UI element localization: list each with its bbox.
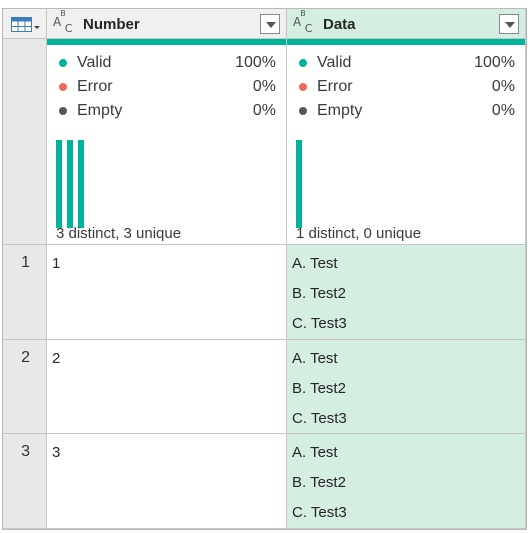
list-item: B. Test2 (292, 285, 346, 302)
empty-stat: Empty 0% (55, 101, 276, 121)
error-dot-icon (299, 83, 307, 91)
row-header[interactable]: 3 (3, 434, 47, 529)
valid-label: Valid (77, 54, 112, 71)
table-cell-data[interactable]: A. Test B. Test2 C. Test3 (287, 340, 526, 434)
error-label: Error (77, 78, 113, 95)
empty-dot-icon (59, 107, 67, 115)
column-profile-number: Valid 100% Error 0% Empty 0% 3 distinct,… (47, 39, 287, 245)
column-title: Data (323, 16, 356, 33)
column-header-data[interactable]: ABC Data (287, 9, 526, 39)
error-stat: Error 0% (295, 77, 515, 97)
valid-stat: Valid 100% (55, 53, 276, 73)
valid-stat: Valid 100% (295, 53, 515, 73)
row-header[interactable]: 1 (3, 245, 47, 340)
query-grid: ABC Number ABC Data Valid 100% Error 0% … (2, 8, 527, 530)
cell-value: 3 (52, 444, 61, 461)
table-cell-number[interactable]: 2 (47, 340, 287, 434)
table-cell-data[interactable]: A. Test B. Test2 C. Test3 (287, 245, 526, 340)
text-type-icon[interactable]: ABC (53, 9, 72, 35)
column-filter-button[interactable] (499, 14, 519, 34)
column-title: Number (83, 16, 140, 33)
valid-percent: 100% (474, 54, 515, 71)
empty-percent: 0% (252, 102, 276, 119)
error-dot-icon (59, 83, 67, 91)
error-stat: Error 0% (55, 77, 276, 97)
quality-bar[interactable] (287, 39, 525, 45)
empty-percent: 0% (491, 102, 515, 119)
list-item: C. Test3 (292, 315, 347, 332)
column-filter-button[interactable] (260, 14, 280, 34)
valid-percent: 100% (235, 54, 276, 71)
list-item: A. Test (292, 350, 338, 367)
error-label: Error (317, 78, 353, 95)
distribution-bar[interactable] (296, 140, 302, 228)
empty-dot-icon (299, 107, 307, 115)
chevron-down-icon (266, 22, 276, 28)
table-icon (11, 17, 32, 32)
table-cell-number[interactable]: 3 (47, 434, 287, 529)
list-item: A. Test (292, 255, 338, 272)
valid-label: Valid (317, 54, 352, 71)
list-item: C. Test3 (292, 410, 347, 427)
chevron-down-icon (34, 26, 40, 29)
error-percent: 0% (491, 78, 515, 95)
valid-dot-icon (299, 59, 307, 67)
list-item: B. Test2 (292, 474, 346, 491)
distribution-bar[interactable] (56, 140, 62, 228)
empty-stat: Empty 0% (295, 101, 515, 121)
table-cell-data[interactable]: A. Test B. Test2 C. Test3 (287, 434, 526, 529)
row-number: 2 (21, 349, 30, 366)
column-profile-data: Valid 100% Error 0% Empty 0% 1 distinct,… (287, 39, 526, 245)
table-menu-button[interactable] (3, 9, 47, 39)
cell-value: 1 (52, 255, 61, 272)
cell-value: 2 (52, 350, 61, 367)
list-item: C. Test3 (292, 504, 347, 521)
empty-label: Empty (317, 102, 363, 119)
quality-bar[interactable] (47, 39, 286, 45)
table-cell-number[interactable]: 1 (47, 245, 287, 340)
distinct-count: 3 distinct, 3 unique (56, 225, 182, 242)
distribution-bar[interactable] (78, 140, 84, 228)
row-number: 3 (21, 443, 30, 460)
row-header[interactable]: 2 (3, 340, 47, 434)
column-header-number[interactable]: ABC Number (47, 9, 287, 39)
list-item: B. Test2 (292, 380, 346, 397)
list-item: A. Test (292, 444, 338, 461)
text-type-icon[interactable]: ABC (293, 9, 312, 35)
empty-label: Empty (77, 102, 123, 119)
profile-gutter (3, 39, 47, 245)
valid-dot-icon (59, 59, 67, 67)
row-number: 1 (21, 254, 30, 271)
chevron-down-icon (505, 22, 515, 28)
distinct-count: 1 distinct, 0 unique (296, 225, 422, 242)
error-percent: 0% (252, 78, 276, 95)
distribution-bar[interactable] (67, 140, 73, 228)
